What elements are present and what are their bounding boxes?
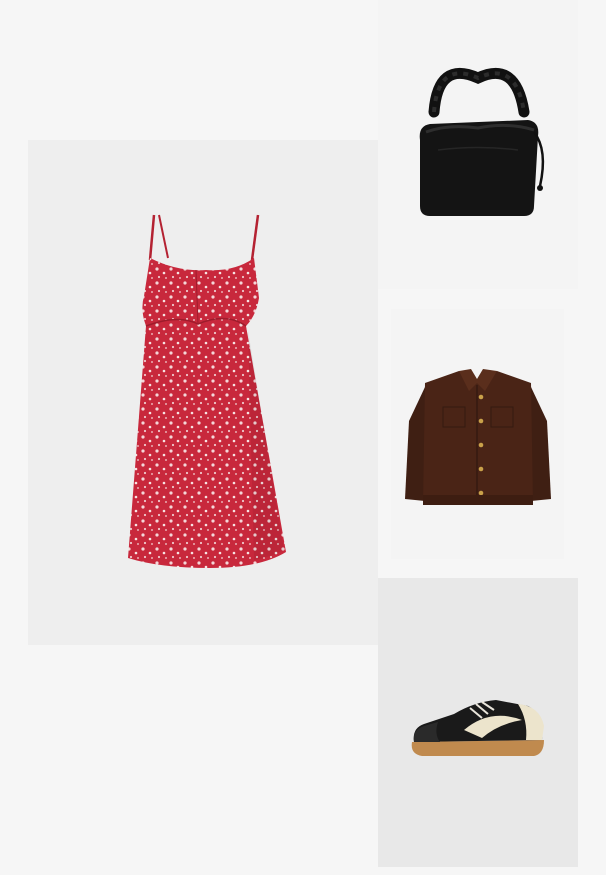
outfit-item-dress[interactable] xyxy=(28,140,378,645)
outfit-item-sneaker[interactable] xyxy=(378,578,578,867)
retro-sneaker-image xyxy=(411,700,544,756)
outfit-item-bag[interactable] xyxy=(378,0,578,289)
corduroy-jacket-image xyxy=(405,369,551,505)
outfit-item-jacket[interactable] xyxy=(391,309,564,559)
floral-slip-dress-image xyxy=(128,214,286,568)
ruched-handle-bag-image xyxy=(419,68,545,216)
